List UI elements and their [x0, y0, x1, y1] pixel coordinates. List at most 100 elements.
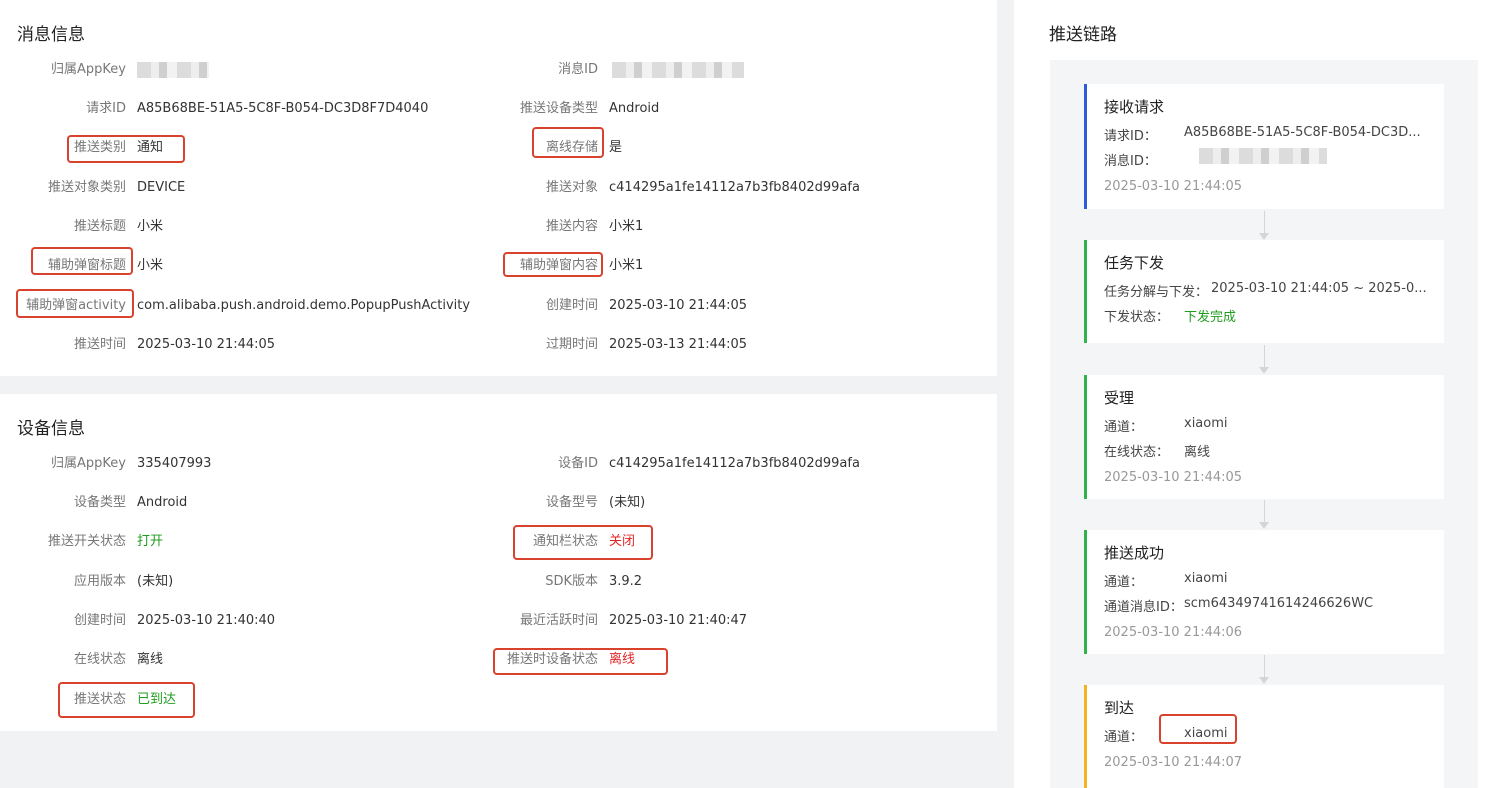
push-status-value: 已到达 [137, 692, 177, 707]
sdk-version-value: 3.9.2 [609, 574, 643, 589]
step-line-value: 离线 [1184, 445, 1211, 460]
step-time: 2025-03-10 21:44:05 [1104, 470, 1243, 485]
row-popup-title-content: 辅助弹窗标题 小米 辅助弹窗内容 小米1 [0, 255, 1000, 277]
chain-step-dispatch: 任务下发 任务分解与下发： 2025-03-10 21:44:05 ~ 2025… [1084, 240, 1444, 343]
created-time-value: 2025-03-10 21:44:05 [609, 298, 748, 313]
device-id-label: 设备ID [558, 456, 598, 471]
step-title: 到达 [1104, 699, 1135, 717]
chain-step-accept: 受理 通道： xiaomi 在线状态： 离线 2025-03-10 21:44:… [1084, 375, 1444, 499]
push-title-label: 推送标题 [73, 219, 126, 234]
push-device-type-label: 推送设备类型 [519, 101, 598, 116]
connector-line [1264, 211, 1265, 233]
popup-content-label: 辅助弹窗内容 [519, 258, 598, 273]
expire-time-label: 过期时间 [545, 337, 598, 352]
offline-store-label: 离线存储 [545, 140, 598, 155]
push-device-status-label: 推送时设备状态 [506, 652, 598, 667]
step-line-key: 通道： [1104, 575, 1144, 590]
row-appkey-deviceid: 归属AppKey 335407993 设备ID c414295a1fe14112… [0, 453, 1000, 475]
push-chain-panel: 推送链路 接收请求 请求ID： A85B68BE-51A5-5C8F-B054-… [1014, 0, 1500, 788]
row-pushtime-expire: 推送时间 2025-03-10 21:44:05 过期时间 2025-03-13… [0, 334, 1000, 356]
push-device-status-value: 离线 [609, 652, 636, 667]
step-line-value: xiaomi [1184, 571, 1228, 586]
app-version-label: 应用版本 [73, 574, 126, 589]
target-value: c414295a1fe14112a7b3fb8402d99afa [609, 180, 860, 195]
message-id-value-blurred [1199, 148, 1327, 164]
online-status-value: 离线 [137, 652, 164, 667]
step-line-key: 消息ID： [1104, 154, 1157, 169]
step-line-key: 在线状态： [1104, 445, 1170, 460]
push-switch-label: 推送开关状态 [47, 534, 126, 549]
step-line: 下发状态： 下发完成 [1104, 306, 1236, 325]
step-line: 任务分解与下发： 2025-03-10 21:44:05 ~ 2025-0... [1104, 281, 1427, 300]
push-title-value: 小米 [137, 219, 164, 234]
device-type-value: Android [137, 495, 188, 510]
push-type-value: 通知 [137, 140, 164, 155]
notify-bar-value: 关闭 [609, 534, 636, 549]
dispatch-status-value: 下发完成 [1184, 310, 1237, 325]
chain-step-success: 推送成功 通道： xiaomi 通道消息ID： scm6434974161424… [1084, 530, 1444, 654]
push-chain-title: 推送链路 [1049, 25, 1117, 45]
step-line-value: A85B68BE-51A5-5C8F-B054-DC3D... [1184, 125, 1421, 140]
push-status-label: 推送状态 [73, 692, 126, 707]
row-switch-notifybar: 推送开关状态 打开 通知栏状态 关闭 [0, 531, 1000, 553]
push-type-label: 推送类别 [73, 140, 126, 155]
arrow-down-icon [1259, 677, 1269, 684]
row-appver-sdk: 应用版本 (未知) SDK版本 3.9.2 [0, 571, 1000, 593]
expire-time-value: 2025-03-13 21:44:05 [609, 337, 748, 352]
device-created-value: 2025-03-10 21:40:40 [137, 613, 276, 628]
device-created-label: 创建时间 [73, 613, 126, 628]
step-line-key: 通道： [1104, 420, 1144, 435]
notify-bar-label: 通知栏状态 [532, 534, 598, 549]
popup-content-value: 小米1 [609, 258, 644, 273]
row-targettype-target: 推送对象类别 DEVICE 推送对象 c414295a1fe14112a7b3f… [0, 177, 1000, 199]
push-content-value: 小米1 [609, 219, 644, 234]
message-id-value-blurred [612, 59, 744, 81]
step-line: 通道消息ID： scm64349741614246626WC [1104, 596, 1373, 615]
chain-step-receive: 接收请求 请求ID： A85B68BE-51A5-5C8F-B054-DC3D.… [1084, 84, 1444, 209]
target-type-label: 推送对象类别 [47, 180, 126, 195]
row-push-status: 推送状态 已到达 [0, 689, 1000, 711]
step-line: 请求ID： A85B68BE-51A5-5C8F-B054-DC3D... [1104, 125, 1421, 144]
step-line-key: 通道： [1104, 730, 1144, 745]
sdk-version-label: SDK版本 [545, 574, 598, 589]
arrow-down-icon [1259, 233, 1269, 240]
device-app-key-label: 归属AppKey [51, 456, 126, 471]
step-line: 通道： xiaomi [1104, 416, 1228, 435]
push-switch-value: 打开 [137, 534, 164, 549]
connector-line [1264, 345, 1265, 367]
step-title: 接收请求 [1104, 98, 1165, 116]
request-id-value: A85B68BE-51A5-5C8F-B054-DC3D8F7D4040 [137, 101, 429, 116]
app-key-value-blurred [137, 59, 209, 81]
step-title: 受理 [1104, 389, 1135, 407]
device-model-value: (未知) [609, 495, 646, 510]
last-active-label: 最近活跃时间 [519, 613, 598, 628]
row-type-model: 设备类型 Android 设备型号 (未知) [0, 492, 1000, 514]
popup-activity-label: 辅助弹窗activity [26, 298, 126, 313]
step-title: 任务下发 [1104, 254, 1165, 272]
push-content-label: 推送内容 [545, 219, 598, 234]
step-line-key: 请求ID： [1104, 129, 1157, 144]
step-time: 2025-03-10 21:44:05 [1104, 179, 1243, 194]
arrow-down-icon [1259, 367, 1269, 374]
step-line-value: scm64349741614246626WC [1184, 596, 1374, 611]
popup-activity-value: com.alibaba.push.android.demo.PopupPushA… [137, 298, 471, 313]
chain-step-arrived: 到达 通道： xiaomi 2025-03-10 21:44:07 [1084, 685, 1444, 788]
step-line-value: xiaomi [1184, 726, 1228, 741]
arrow-down-icon [1259, 522, 1269, 529]
step-line: 消息ID： [1104, 148, 1327, 169]
step-title: 推送成功 [1104, 544, 1165, 562]
message-info-title: 消息信息 [17, 25, 85, 45]
connector-line [1264, 500, 1265, 522]
offline-store-value: 是 [609, 140, 623, 155]
device-model-label: 设备型号 [545, 495, 598, 510]
last-active-value: 2025-03-10 21:40:47 [609, 613, 748, 628]
push-device-type-value: Android [609, 101, 660, 116]
row-pushtype-offline: 推送类别 通知 离线存储 是 [0, 137, 1000, 159]
step-line-value: 2025-03-10 21:44:05 ~ 2025-0... [1211, 281, 1427, 296]
created-time-label: 创建时间 [545, 298, 598, 313]
target-label: 推送对象 [545, 180, 598, 195]
device-id-value: c414295a1fe14112a7b3fb8402d99afa [609, 456, 860, 471]
popup-title-value: 小米 [137, 258, 164, 273]
message-id-label: 消息ID [558, 62, 598, 77]
push-time-value: 2025-03-10 21:44:05 [137, 337, 276, 352]
